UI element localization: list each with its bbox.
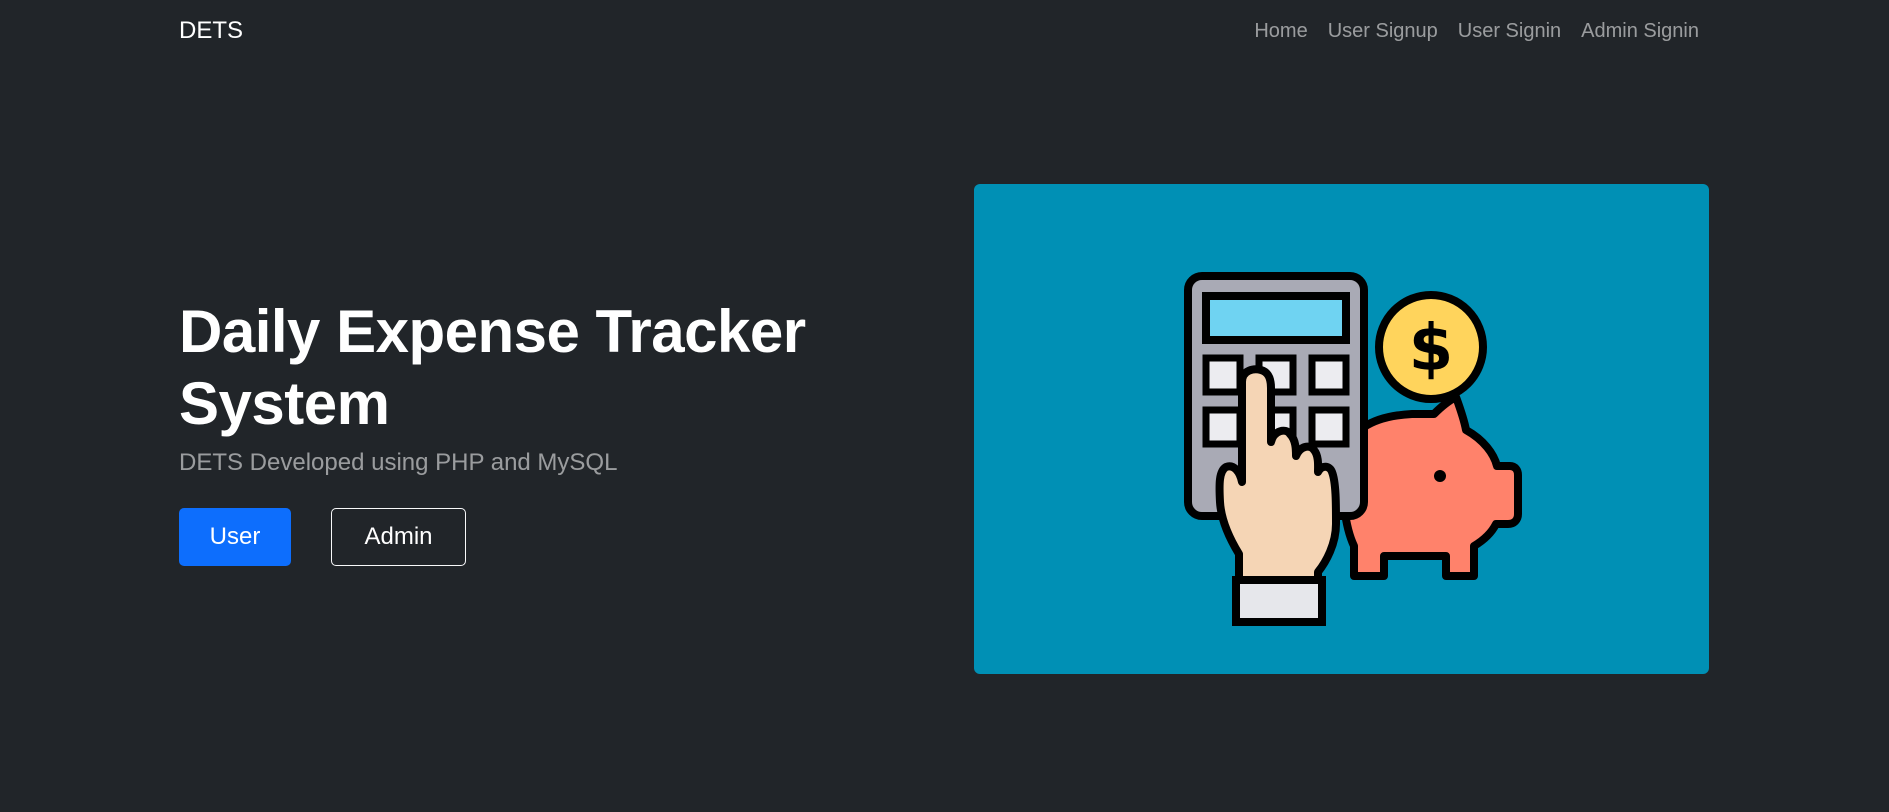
hero-title: Daily Expense Tracker System [179, 298, 806, 437]
user-button[interactable]: User [179, 508, 291, 566]
nav-links: Home User Signup User Signin Admin Signi… [1254, 17, 1699, 45]
nav-link-user-signin[interactable]: User Signin [1458, 17, 1561, 45]
coin-symbol: $ [1409, 312, 1454, 386]
hero-subtitle: DETS Developed using PHP and MySQL [179, 449, 618, 476]
admin-button[interactable]: Admin [331, 508, 466, 566]
nav-link-user-signup[interactable]: User Signup [1328, 17, 1438, 45]
navbar-brand[interactable]: DETS [179, 16, 243, 46]
hero-image: $ [974, 184, 1709, 674]
nav-link-home[interactable]: Home [1254, 17, 1307, 45]
expense-calculator-piggy-bank-icon: $ [1184, 272, 1522, 626]
hero-buttons: User Admin [179, 508, 859, 566]
hero-text: Daily Expense Tracker System DETS Develo… [179, 296, 859, 566]
navbar: DETS Home User Signup User Signin Admin … [0, 0, 1889, 62]
dollar-coin-icon: $ [1375, 291, 1487, 403]
nav-link-admin-signin[interactable]: Admin Signin [1581, 17, 1699, 45]
piggy-bank-icon [1338, 393, 1522, 580]
